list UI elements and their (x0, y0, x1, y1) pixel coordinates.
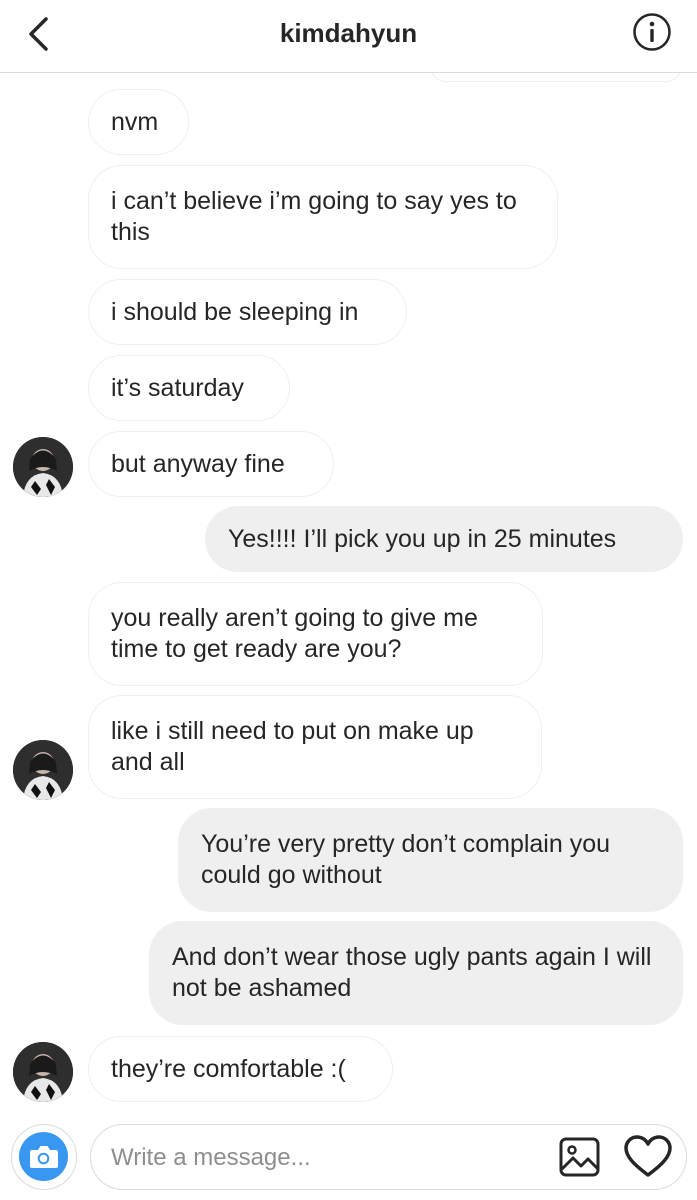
message-bubble-outgoing[interactable]: You’re very pretty don’t complain you co… (178, 808, 683, 912)
camera-button-fill (19, 1132, 68, 1181)
message-text: but anyway fine (111, 449, 285, 478)
message-bubble-incoming[interactable]: it’s saturday (88, 355, 290, 421)
info-button[interactable] (632, 12, 672, 52)
avatar-photo (13, 1042, 73, 1102)
heart-icon (624, 1135, 672, 1177)
message-bubble-outgoing[interactable]: And don’t wear those ugly pants again I … (149, 921, 683, 1025)
message-text: like i still need to put on make up and … (111, 717, 474, 776)
page-title[interactable]: kimdahyun (0, 18, 697, 49)
message-bubble-incoming[interactable]: i should be sleeping in (88, 279, 407, 345)
camera-icon (30, 1146, 58, 1168)
chat-header: kimdahyun (0, 0, 697, 73)
avatar[interactable] (13, 740, 73, 800)
message-input[interactable] (109, 1139, 553, 1177)
avatar[interactable] (13, 1042, 73, 1102)
message-text: i can’t believe i’m going to say yes to … (111, 187, 517, 246)
message-text: i should be sleeping in (111, 297, 359, 326)
message-bubble-incoming[interactable]: i can’t believe i’m going to say yes to … (88, 165, 558, 269)
message-text: they’re comfortable :( (111, 1054, 346, 1083)
message-text: And don’t wear those ugly pants again I … (172, 943, 652, 1002)
avatar[interactable] (13, 437, 73, 497)
message-bubble-incoming[interactable]: you really aren’t going to give me time … (88, 582, 543, 686)
message-bubble-incoming[interactable]: they’re comfortable :( (88, 1036, 393, 1102)
avatar-photo (13, 437, 73, 497)
gallery-button[interactable] (558, 1136, 602, 1178)
avatar-photo (13, 740, 73, 800)
message-text: You’re very pretty don’t complain you co… (201, 830, 611, 889)
message-thread[interactable]: nvm i can’t believe i’m going to say yes… (0, 0, 697, 1118)
message-bubble-incoming[interactable]: like i still need to put on make up and … (88, 695, 542, 799)
camera-button[interactable] (11, 1124, 77, 1190)
info-icon (633, 13, 671, 51)
message-text: you really aren’t going to give me time … (111, 604, 478, 663)
message-text: it’s saturday (111, 373, 244, 402)
message-bubble-incoming[interactable]: but anyway fine (88, 431, 334, 497)
message-bubble-incoming[interactable]: nvm (88, 89, 189, 155)
like-button[interactable] (623, 1134, 673, 1180)
message-text: Yes!!!! I’ll pick you up in 25 minutes (228, 524, 617, 553)
gallery-icon (559, 1137, 600, 1177)
message-bubble-outgoing[interactable]: Yes!!!! I’ll pick you up in 25 minutes (205, 506, 683, 572)
message-text: nvm (111, 107, 159, 136)
